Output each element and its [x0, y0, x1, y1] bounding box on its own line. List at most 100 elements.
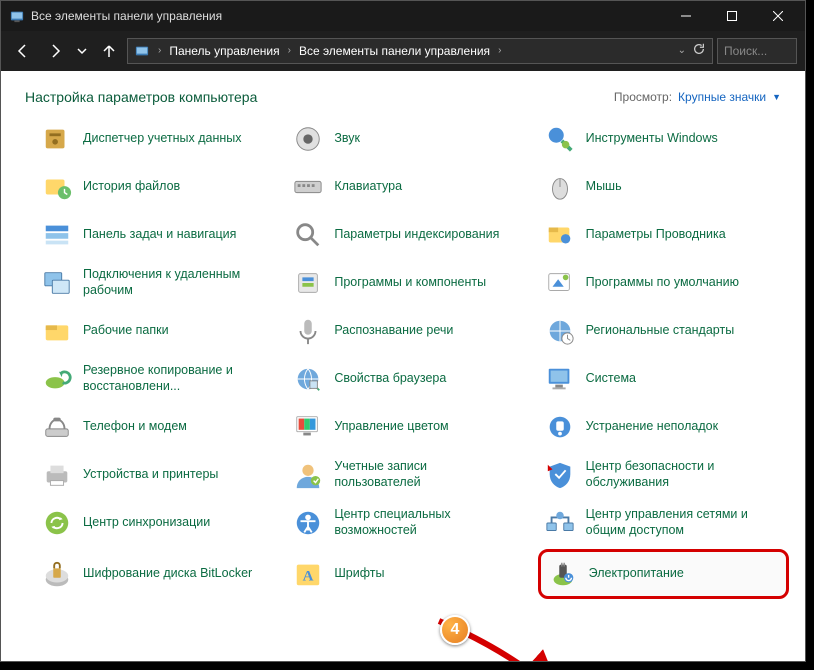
item-label: Центр синхронизации [83, 515, 210, 531]
item-label: Шрифты [334, 566, 384, 582]
control-panel-item[interactable]: Подключения к удаленным рабочим [35, 261, 286, 305]
item-label: Устранение неполадок [586, 419, 718, 435]
control-panel-item[interactable]: Устранение неполадок [538, 405, 789, 449]
breadcrumb-sep[interactable]: › [494, 45, 505, 56]
control-panel-item[interactable]: Резервное копирование и восстановлени... [35, 357, 286, 401]
content-area: Настройка параметров компьютера Просмотр… [1, 71, 805, 661]
forward-button[interactable] [41, 37, 69, 65]
breadcrumb-sep[interactable]: › [154, 45, 165, 56]
address-bar[interactable]: › Панель управления › Все элементы панел… [127, 38, 713, 64]
annotation-badge: 4 [440, 615, 470, 645]
annotation-number: 4 [451, 621, 460, 639]
item-label: Программы и компоненты [334, 275, 486, 291]
indexing-icon [292, 219, 324, 251]
sync-center-icon [41, 507, 73, 539]
item-label: Клавиатура [334, 179, 402, 195]
item-label: Центр специальных возможностей [334, 507, 504, 538]
up-button[interactable] [95, 37, 123, 65]
item-label: Распознавание речи [334, 323, 453, 339]
control-panel-item[interactable]: Панель задач и навигация [35, 213, 286, 257]
phone-modem-icon [41, 411, 73, 443]
user-accounts-icon [292, 459, 324, 491]
item-label: Электропитание [589, 566, 684, 582]
remote-app-icon [41, 267, 73, 299]
control-panel-item[interactable]: Учетные записи пользователей [286, 453, 537, 497]
windows-tools-icon [544, 123, 576, 155]
control-panel-item[interactable]: Телефон и модем [35, 405, 286, 449]
control-panel-item[interactable]: Свойства браузера [286, 357, 537, 401]
control-panel-item[interactable]: Центр управления сетями и общим доступом [538, 501, 789, 545]
search-placeholder: Поиск... [724, 44, 767, 58]
header-row: Настройка параметров компьютера Просмотр… [1, 71, 805, 117]
control-panel-item[interactable]: Шифрование диска BitLocker [35, 549, 286, 599]
control-panel-item[interactable]: Клавиатура [286, 165, 537, 209]
close-button[interactable] [755, 1, 801, 31]
control-panel-item[interactable]: Звук [286, 117, 537, 161]
control-panel-item[interactable]: Программы по умолчанию [538, 261, 789, 305]
item-label: Региональные стандарты [586, 323, 735, 339]
speech-icon [292, 315, 324, 347]
breadcrumb-current[interactable]: Все элементы панели управления [299, 44, 490, 58]
minimize-button[interactable] [663, 1, 709, 31]
item-label: Свойства браузера [334, 371, 446, 387]
item-label: Центр безопасности и обслуживания [586, 459, 756, 490]
navbar: › Панель управления › Все элементы панел… [1, 31, 805, 71]
control-panel-item[interactable]: Инструменты Windows [538, 117, 789, 161]
control-panel-item[interactable]: Параметры Проводника [538, 213, 789, 257]
control-panel-item[interactable]: Электропитание [538, 549, 789, 599]
breadcrumb-root[interactable]: Панель управления [169, 44, 279, 58]
control-panel-item[interactable]: Параметры индексирования [286, 213, 537, 257]
item-label: Телефон и модем [83, 419, 187, 435]
refresh-button[interactable] [692, 42, 706, 59]
bitlocker-icon [41, 558, 73, 590]
control-panel-item[interactable]: Центр безопасности и обслуживания [538, 453, 789, 497]
back-button[interactable] [9, 37, 37, 65]
window-controls [663, 1, 801, 31]
work-folders-icon [41, 315, 73, 347]
titlebar: Все элементы панели управления [1, 1, 805, 31]
color-mgmt-icon [292, 411, 324, 443]
control-panel-icon [134, 43, 150, 59]
item-label: Управление цветом [334, 419, 448, 435]
control-panel-item[interactable]: A Шрифты [286, 549, 537, 599]
item-label: Программы по умолчанию [586, 275, 739, 291]
troubleshoot-icon [544, 411, 576, 443]
control-panel-item[interactable]: Рабочие папки [35, 309, 286, 353]
svg-text:A: A [303, 569, 314, 585]
default-programs-icon [544, 267, 576, 299]
item-label: Устройства и принтеры [83, 467, 218, 483]
taskbar-icon [41, 219, 73, 251]
internet-options-icon [292, 363, 324, 395]
item-label: Резервное копирование и восстановлени... [83, 363, 253, 394]
file-history-icon [41, 171, 73, 203]
recent-locations-button[interactable] [73, 37, 91, 65]
item-label: Инструменты Windows [586, 131, 718, 147]
sound-icon [292, 123, 324, 155]
control-panel-item[interactable]: История файлов [35, 165, 286, 209]
control-panel-item[interactable]: Управление цветом [286, 405, 537, 449]
control-panel-item[interactable]: Диспетчер учетных данных [35, 117, 286, 161]
maximize-button[interactable] [709, 1, 755, 31]
chevron-down-icon[interactable]: ⌄ [678, 45, 686, 56]
item-label: Мышь [586, 179, 622, 195]
item-label: Параметры Проводника [586, 227, 726, 243]
window: Все элементы панели управления [0, 0, 806, 662]
search-input[interactable]: Поиск... [717, 38, 797, 64]
control-panel-item[interactable]: Программы и компоненты [286, 261, 537, 305]
control-panel-item[interactable]: Центр специальных возможностей [286, 501, 537, 545]
backup-icon [41, 363, 73, 395]
item-label: Система [586, 371, 636, 387]
control-panel-item[interactable]: Распознавание речи [286, 309, 537, 353]
control-panel-item[interactable]: Центр синхронизации [35, 501, 286, 545]
view-selector[interactable]: Просмотр: Крупные значки ▼ [614, 90, 781, 104]
item-label: Подключения к удаленным рабочим [83, 267, 253, 298]
devices-printers-icon [41, 459, 73, 491]
power-options-icon [547, 558, 579, 590]
control-panel-item[interactable]: Мышь [538, 165, 789, 209]
control-panel-item[interactable]: Региональные стандарты [538, 309, 789, 353]
control-panel-item[interactable]: Устройства и принтеры [35, 453, 286, 497]
breadcrumb-sep[interactable]: › [284, 45, 295, 56]
explorer-options-icon [544, 219, 576, 251]
item-label: Шифрование диска BitLocker [83, 566, 252, 582]
control-panel-item[interactable]: Система [538, 357, 789, 401]
